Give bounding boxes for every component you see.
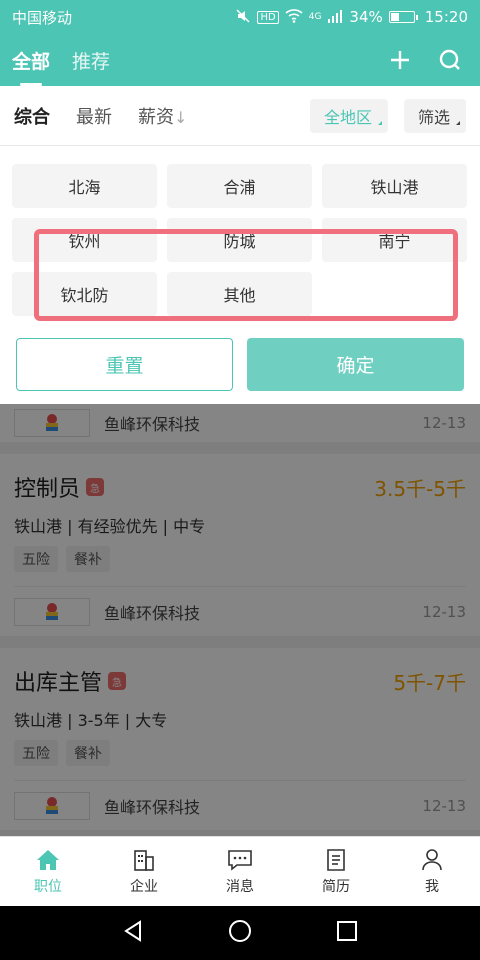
back-icon[interactable]	[122, 919, 144, 947]
highlight-box	[34, 229, 458, 321]
nav-label: 职位	[34, 878, 62, 895]
nav-resume[interactable]: 简历	[288, 837, 384, 906]
nav-companies[interactable]: 企业	[96, 837, 192, 906]
hd-icon: HD	[257, 10, 279, 24]
nav-label: 企业	[130, 878, 158, 895]
app-header: 全部 推荐	[0, 34, 480, 86]
mute-icon	[235, 8, 251, 27]
dropdown-triangle-icon	[456, 120, 460, 125]
nav-label: 我	[425, 878, 439, 895]
sort-salary[interactable]: 薪资↓	[138, 103, 187, 129]
status-bar: 中国移动 HD 4G 34% 15:20	[0, 0, 480, 34]
battery-percent: 34%	[349, 8, 383, 26]
system-nav-bar	[0, 906, 480, 960]
home-button-icon[interactable]	[228, 919, 252, 947]
region-dropdown[interactable]: 全地区	[309, 98, 388, 133]
region-dropdown-label: 全地区	[323, 107, 372, 127]
confirm-button[interactable]: 确定	[247, 338, 464, 391]
profile-icon	[422, 848, 442, 870]
message-icon	[228, 849, 252, 871]
nav-label: 消息	[226, 878, 254, 895]
region-option[interactable]: 铁山港	[322, 164, 467, 208]
add-icon[interactable]	[382, 42, 418, 78]
carrier-label: 中国移动	[12, 8, 73, 27]
resume-icon	[327, 848, 345, 871]
sort-arrow-icon: ↓	[174, 107, 188, 127]
recents-icon[interactable]	[336, 920, 358, 946]
signal-icon	[327, 9, 343, 26]
region-panel: 北海 合浦 铁山港 钦州 防城 南宁 钦北防 其他 重置 确定	[0, 146, 480, 404]
network-label: 4G	[308, 12, 322, 22]
filter-dropdown[interactable]: 筛选	[403, 98, 466, 133]
nav-jobs[interactable]: 职位	[0, 837, 96, 906]
reset-button[interactable]: 重置	[16, 338, 233, 391]
sort-latest[interactable]: 最新	[76, 103, 112, 129]
clock: 15:20	[424, 8, 468, 26]
battery-icon	[388, 11, 418, 23]
filter-bar: 综合 最新 薪资↓ 全地区 筛选	[0, 86, 480, 146]
dropdown-triangle-icon	[377, 120, 382, 125]
region-option[interactable]: 合浦	[167, 164, 312, 208]
nav-messages[interactable]: 消息	[192, 837, 288, 906]
search-icon[interactable]	[432, 42, 468, 78]
sort-salary-label: 薪资	[138, 106, 174, 128]
tab-recommended[interactable]: 推荐	[72, 47, 110, 74]
building-icon	[134, 849, 154, 871]
region-option[interactable]: 北海	[12, 164, 157, 208]
bottom-nav: 职位 企业 消息 简历 我	[0, 836, 480, 906]
sort-comprehensive[interactable]: 综合	[14, 103, 50, 129]
home-icon	[37, 849, 59, 870]
nav-label: 简历	[322, 878, 350, 895]
dim-overlay[interactable]	[0, 404, 480, 836]
tab-all[interactable]: 全部	[12, 47, 50, 86]
wifi-icon	[285, 8, 303, 26]
nav-profile[interactable]: 我	[384, 837, 480, 906]
filter-dropdown-label: 筛选	[417, 107, 450, 127]
panel-actions: 重置 确定	[16, 338, 464, 391]
